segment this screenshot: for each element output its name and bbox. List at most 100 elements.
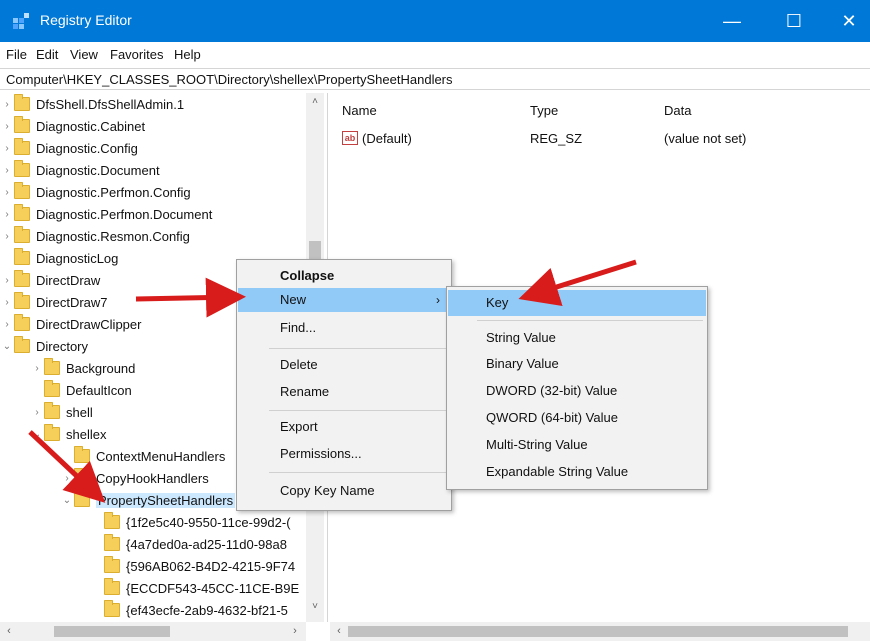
expand-chevron-icon[interactable]: › bbox=[0, 121, 14, 132]
tree-item[interactable]: {596AB062-B4D2-4215-9F74 bbox=[90, 555, 295, 577]
menu-favorites[interactable]: Favorites bbox=[110, 47, 163, 62]
menu-item-rename[interactable]: Rename bbox=[238, 380, 450, 404]
tree-item[interactable]: DefaultIcon bbox=[30, 379, 132, 401]
collapse-chevron-icon[interactable]: ⌄ bbox=[60, 495, 74, 506]
scroll-left-icon[interactable]: ‹ bbox=[0, 622, 18, 641]
tree-item[interactable]: › CopyHookHandlers bbox=[60, 467, 209, 489]
menu-separator bbox=[269, 472, 447, 473]
menu-item-permissions[interactable]: Permissions... bbox=[238, 442, 450, 466]
submenu-item-multi-string-value[interactable]: Multi-String Value bbox=[448, 432, 706, 458]
tree-item[interactable]: › Diagnostic.Config bbox=[0, 137, 138, 159]
tree-item[interactable]: › DfsShell.DfsShellAdmin.1 bbox=[0, 93, 184, 115]
column-header-data[interactable]: Data bbox=[664, 103, 691, 118]
submenu-item-binary-value[interactable]: Binary Value bbox=[448, 351, 706, 377]
menu-item-new-label: New bbox=[280, 292, 307, 307]
scroll-down-icon[interactable]: ˅ bbox=[306, 598, 324, 616]
scroll-thumb[interactable] bbox=[54, 626, 170, 637]
expand-chevron-icon[interactable]: › bbox=[60, 473, 74, 484]
scroll-right-icon[interactable]: › bbox=[286, 622, 304, 641]
tree-item[interactable]: {ECCDF543-45CC-11CE-B9E bbox=[90, 577, 299, 599]
expand-chevron-icon[interactable]: › bbox=[0, 209, 14, 220]
submenu-item-qword-value[interactable]: QWORD (64-bit) Value bbox=[448, 405, 706, 431]
folder-icon bbox=[14, 138, 30, 155]
context-menu: Collapse New › Find... Delete Rename Exp… bbox=[236, 259, 452, 511]
tree-item[interactable]: › Diagnostic.Perfmon.Document bbox=[0, 203, 212, 225]
tree-item[interactable]: › Diagnostic.Perfmon.Config bbox=[0, 181, 191, 203]
menu-separator bbox=[477, 320, 703, 321]
tree-item[interactable]: › Diagnostic.Cabinet bbox=[0, 115, 145, 137]
tree-item[interactable]: ⌄ Directory bbox=[0, 335, 88, 357]
tree-item[interactable]: DiagnosticLog bbox=[0, 247, 118, 269]
menu-item-collapse[interactable]: Collapse bbox=[238, 264, 450, 288]
folder-icon bbox=[104, 512, 120, 529]
list-horizontal-scrollbar[interactable]: ‹ bbox=[330, 622, 870, 641]
tree-item[interactable]: › DirectDraw bbox=[0, 269, 100, 291]
value-row[interactable]: ab (Default) REG_SZ (value not set) bbox=[330, 129, 870, 149]
menu-edit[interactable]: Edit bbox=[36, 47, 58, 62]
submenu-item-string-value[interactable]: String Value bbox=[448, 325, 706, 351]
tree-item[interactable]: {1f2e5c40-9550-11ce-99d2-( bbox=[90, 511, 291, 533]
menu-file[interactable]: File bbox=[6, 47, 27, 62]
submenu-item-expandable-string-value[interactable]: Expandable String Value bbox=[448, 459, 706, 485]
menu-item-copy-key-name[interactable]: Copy Key Name bbox=[238, 479, 450, 503]
expand-chevron-icon[interactable]: › bbox=[30, 363, 44, 374]
menu-item-new[interactable]: New › bbox=[238, 288, 450, 312]
window-title: Registry Editor bbox=[40, 12, 132, 28]
submenu-item-dword-value[interactable]: DWORD (32-bit) Value bbox=[448, 378, 706, 404]
expand-chevron-icon[interactable]: › bbox=[0, 187, 14, 198]
menu-view[interactable]: View bbox=[70, 47, 98, 62]
address-bar[interactable]: Computer\HKEY_CLASSES_ROOT\Directory\she… bbox=[0, 68, 870, 90]
menu-separator bbox=[269, 348, 447, 349]
submenu-item-key[interactable]: Key bbox=[448, 290, 706, 316]
tree-item[interactable]: › DirectDraw7 bbox=[0, 291, 108, 313]
tree-horizontal-scrollbar[interactable]: ‹ › bbox=[0, 622, 306, 641]
tree-item[interactable]: {4a7ded0a-ad25-11d0-98a8 bbox=[90, 533, 287, 555]
minimize-button[interactable]: — bbox=[709, 0, 755, 42]
tree-item[interactable]: › DirectDrawClipper bbox=[0, 313, 141, 335]
submenu-chevron-icon: › bbox=[436, 293, 440, 307]
expand-chevron-icon[interactable]: › bbox=[0, 319, 14, 330]
folder-icon bbox=[74, 468, 90, 485]
tree-item[interactable]: › Background bbox=[30, 357, 135, 379]
expand-chevron-icon[interactable]: › bbox=[0, 275, 14, 286]
tree-item-selected[interactable]: ⌄ PropertySheetHandlers bbox=[60, 489, 236, 511]
folder-icon bbox=[104, 600, 120, 617]
value-name: (Default) bbox=[362, 131, 412, 146]
scroll-left-icon[interactable]: ‹ bbox=[330, 622, 348, 641]
tree-item[interactable]: {ef43ecfe-2ab9-4632-bf21-5 bbox=[90, 599, 288, 621]
expand-chevron-icon[interactable]: › bbox=[30, 407, 44, 418]
scroll-thumb[interactable] bbox=[348, 626, 848, 637]
close-button[interactable]: ✕ bbox=[826, 0, 870, 42]
title-bar: Registry Editor — ☐ ✕ bbox=[0, 0, 870, 42]
tree-item[interactable]: › Diagnostic.Document bbox=[0, 159, 160, 181]
tree-item[interactable]: › shell bbox=[30, 401, 93, 423]
folder-icon bbox=[14, 226, 30, 243]
expand-chevron-icon[interactable]: › bbox=[0, 99, 14, 110]
column-header-name[interactable]: Name bbox=[342, 103, 377, 118]
folder-icon bbox=[14, 116, 30, 133]
menu-help[interactable]: Help bbox=[174, 47, 201, 62]
maximize-button[interactable]: ☐ bbox=[771, 0, 817, 42]
expand-chevron-icon[interactable]: › bbox=[0, 231, 14, 242]
folder-icon bbox=[104, 556, 120, 573]
expand-chevron-icon[interactable]: › bbox=[0, 165, 14, 176]
tree-item[interactable]: › Diagnostic.Resmon.Config bbox=[0, 225, 190, 247]
new-submenu: Key String Value Binary Value DWORD (32-… bbox=[446, 286, 708, 490]
menu-item-export[interactable]: Export bbox=[238, 415, 450, 439]
folder-icon bbox=[74, 446, 90, 463]
collapse-chevron-icon[interactable]: ⌄ bbox=[30, 429, 44, 440]
menu-item-find[interactable]: Find... bbox=[238, 316, 450, 340]
tree-item[interactable]: ContextMenuHandlers bbox=[60, 445, 225, 467]
registry-editor-icon bbox=[13, 13, 29, 29]
value-data: (value not set) bbox=[664, 131, 747, 146]
expand-chevron-icon[interactable]: › bbox=[0, 143, 14, 154]
column-header-type[interactable]: Type bbox=[530, 103, 558, 118]
tree-item[interactable]: ⌄ shellex bbox=[30, 423, 106, 445]
folder-icon bbox=[74, 490, 90, 507]
expand-chevron-icon[interactable]: › bbox=[0, 297, 14, 308]
folder-icon bbox=[44, 358, 60, 375]
collapse-chevron-icon[interactable]: ⌄ bbox=[0, 341, 14, 352]
scroll-up-icon[interactable]: ˄ bbox=[306, 93, 324, 111]
menu-item-delete[interactable]: Delete bbox=[238, 353, 450, 377]
folder-icon bbox=[44, 402, 60, 419]
